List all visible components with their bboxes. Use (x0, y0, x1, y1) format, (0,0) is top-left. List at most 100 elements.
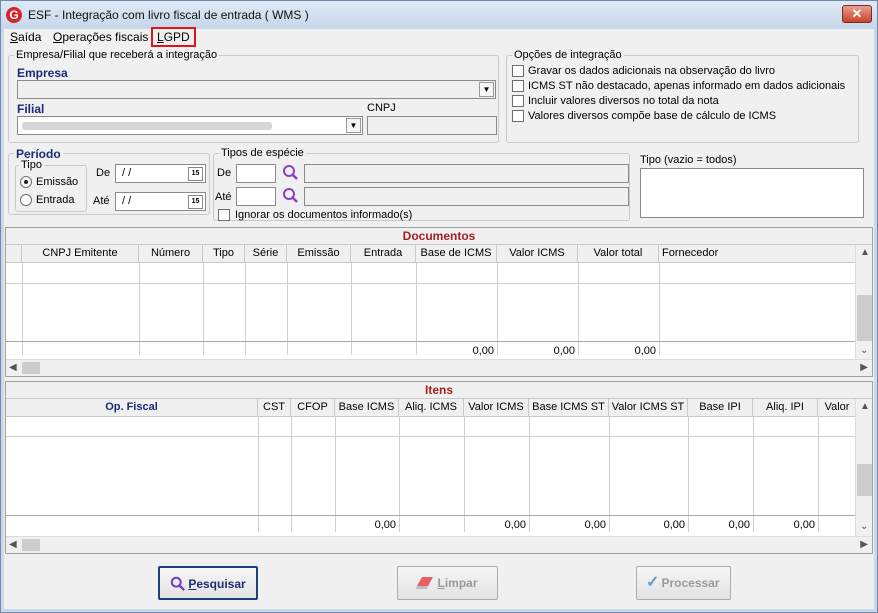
item-total-valor-icms-st: 0,00 (663, 519, 685, 531)
documentos-title: Documentos (6, 228, 872, 245)
doc-col-valor-icms[interactable]: Valor ICMS (497, 245, 578, 263)
periodo-ate-date[interactable]: / / 15 (115, 192, 206, 211)
opcao-checkbox-3[interactable] (512, 110, 524, 122)
opcao-checkbox-2[interactable] (512, 95, 524, 107)
item-total-base-icms-st: 0,00 (584, 519, 606, 531)
opcoes-group-title: Opções de integração (512, 49, 624, 61)
itens-grid[interactable]: Op. Fiscal CST CFOP Base ICMS Aliq. ICMS… (6, 399, 872, 553)
cnpj-field (367, 116, 497, 135)
scroll-left-icon[interactable]: ◀ (9, 362, 17, 373)
especie-ate-label: Até (215, 191, 232, 203)
doc-horizontal-scrollbar[interactable]: ◀ ▶ (6, 359, 872, 376)
opcao-label-3: Valores diversos compõe base de cálculo … (528, 110, 777, 122)
ignorar-checkbox[interactable] (218, 209, 230, 221)
doc-col-emissao[interactable]: Emissão (287, 245, 351, 263)
doc-total-valor-total: 0,00 (634, 345, 656, 357)
item-col-cst[interactable]: CST (258, 399, 291, 417)
chevron-down-icon[interactable]: ▼ (479, 82, 494, 97)
periodo-de-date[interactable]: / / 15 (115, 164, 206, 183)
periodo-de-label: De (96, 167, 111, 179)
doc-col-cnpj[interactable]: CNPJ Emitente (22, 245, 139, 263)
tipo-subgroup: Tipo Emissão Entrada (15, 159, 87, 212)
filial-label: Filial (17, 102, 45, 116)
item-col-valor-icms-st[interactable]: Valor ICMS ST (609, 399, 688, 417)
scroll-down-icon[interactable]: ⌄ (860, 521, 868, 532)
menu-operacoes-fiscais[interactable]: Operações fiscais (53, 30, 148, 44)
close-button[interactable]: ✕ (842, 5, 872, 23)
app-logo-icon: G (6, 7, 22, 23)
tipo-vazio-label: Tipo (vazio = todos) (640, 154, 737, 166)
especie-ate-input[interactable] (236, 187, 276, 206)
periodo-ate-value: / / (122, 195, 132, 207)
radio-emissao-label: Emissão (36, 176, 79, 188)
scroll-down-icon[interactable]: ⌄ (860, 345, 868, 356)
limpar-button[interactable]: Limpar (397, 566, 498, 600)
especie-de-descricao (304, 164, 629, 183)
radio-entrada[interactable] (20, 194, 32, 206)
radio-entrada-label: Entrada (36, 194, 75, 206)
empresa-filial-group: Empresa/Filial que receberá a integração… (8, 49, 499, 143)
client-area: Saída Operações fiscais LGPD Empresa/Fil… (4, 27, 874, 609)
especie-de-label: De (217, 167, 232, 179)
item-col-base-icms-st[interactable]: Base ICMS ST (529, 399, 609, 417)
opcao-label-0: Gravar os dados adicionais na observação… (528, 65, 776, 77)
menu-lgpd[interactable]: LGPD (151, 27, 196, 47)
scroll-left-icon[interactable]: ◀ (9, 539, 17, 550)
calendar-icon[interactable]: 15 (188, 167, 203, 181)
especie-de-input[interactable] (236, 164, 276, 183)
filial-select[interactable]: ▼ (17, 116, 363, 135)
eraser-icon (416, 577, 433, 589)
item-col-base-ipi[interactable]: Base IPI (688, 399, 753, 417)
periodo-ate-label: Até (93, 195, 110, 207)
search-icon[interactable] (281, 164, 299, 182)
calendar-icon[interactable]: 15 (188, 195, 203, 209)
doc-col-tipo[interactable]: Tipo (203, 245, 245, 263)
item-col-aliq-ipi[interactable]: Aliq. IPI (753, 399, 818, 417)
especie-title: Tipos de espécie (219, 147, 306, 159)
itens-title: Itens (6, 382, 872, 399)
chevron-down-icon[interactable]: ▼ (346, 118, 361, 133)
itens-section: Itens Op. Fiscal CST CFOP Base ICMS Aliq… (5, 381, 873, 554)
documentos-grid[interactable]: CNPJ Emitente Número Tipo Série Emissão … (6, 245, 872, 376)
item-col-op-fiscal[interactable]: Op. Fiscal (6, 399, 258, 417)
processar-button[interactable]: ✓ Processar (636, 566, 731, 600)
menu-bar: Saída Operações fiscais LGPD (4, 27, 874, 47)
item-col-valor-icms[interactable]: Valor ICMS (464, 399, 529, 417)
opcao-checkbox-1[interactable] (512, 80, 524, 92)
doc-hscroll-thumb[interactable] (22, 362, 40, 374)
itens-vertical-scrollbar[interactable]: ▲ ⌄ (855, 399, 872, 536)
doc-col-base-icms[interactable]: Base de ICMS (416, 245, 497, 263)
doc-total-valor-icms: 0,00 (553, 345, 575, 357)
doc-total-base-icms: 0,00 (472, 345, 494, 357)
item-col-aliq-icms[interactable]: Aliq. ICMS (399, 399, 464, 417)
doc-vertical-scrollbar[interactable]: ▲ ⌄ (855, 245, 872, 359)
empresa-label: Empresa (17, 66, 68, 80)
doc-col-entrada[interactable]: Entrada (351, 245, 416, 263)
menu-saida[interactable]: Saída (10, 30, 41, 44)
scroll-up-icon[interactable]: ▲ (860, 401, 870, 412)
item-col-valor[interactable]: Valor (818, 399, 856, 417)
doc-col-serie[interactable]: Série (245, 245, 287, 263)
scroll-right-icon[interactable]: ▶ (860, 539, 868, 550)
itens-scroll-thumb[interactable] (857, 464, 872, 496)
doc-col-fornecedor[interactable]: Fornecedor (659, 245, 856, 263)
doc-col-valor-total[interactable]: Valor total (578, 245, 659, 263)
opcao-label-2: Incluir valores diversos no total da not… (528, 95, 719, 107)
opcao-checkbox-0[interactable] (512, 65, 524, 77)
item-col-cfop[interactable]: CFOP (291, 399, 335, 417)
tipo-textarea[interactable] (640, 168, 864, 218)
tipos-especie-group: Tipos de espécie De Até Ignorar os docum… (213, 147, 630, 221)
scroll-right-icon[interactable]: ▶ (860, 362, 868, 373)
search-icon[interactable] (281, 187, 299, 205)
doc-col-numero[interactable]: Número (139, 245, 203, 263)
item-col-base-icms[interactable]: Base ICMS (335, 399, 399, 417)
cnpj-label: CNPJ (367, 102, 396, 114)
scroll-up-icon[interactable]: ▲ (860, 247, 870, 258)
empresa-select[interactable]: ▼ (17, 80, 496, 99)
pesquisar-button[interactable]: Pesquisar (158, 566, 258, 600)
itens-horizontal-scrollbar[interactable]: ◀ ▶ (6, 536, 872, 553)
radio-emissao[interactable] (20, 176, 32, 188)
itens-hscroll-thumb[interactable] (22, 539, 40, 551)
doc-scroll-thumb[interactable] (857, 295, 872, 341)
title-bar: G ESF - Integração com livro fiscal de e… (1, 1, 877, 29)
